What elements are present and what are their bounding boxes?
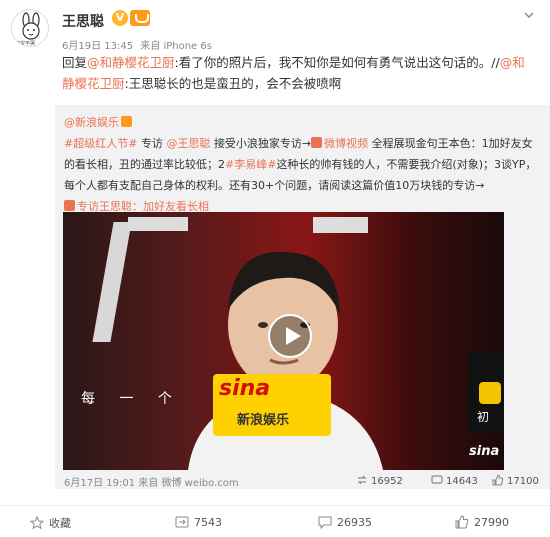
- repost-button[interactable]: 7543: [175, 515, 222, 529]
- sina-logo-subtitle: 新浪娱乐: [237, 413, 290, 428]
- sina-corner-logo: sina: [469, 444, 500, 459]
- sina-logo-text: sina: [219, 376, 271, 401]
- reply-text: :看了你的照片后，我不知你是如何有勇气说出这句话的。: [174, 55, 492, 70]
- post-meta: 6月19日 13:45 来自 iPhone 6s: [62, 37, 216, 52]
- video-link[interactable]: 微博视频: [324, 137, 368, 150]
- play-icon[interactable]: [268, 314, 312, 358]
- video-caption: 每 一 个: [81, 391, 182, 407]
- comment-icon: [431, 475, 443, 484]
- separator: //: [491, 55, 500, 70]
- side-text: 初: [477, 410, 490, 424]
- video-graphic: [128, 217, 188, 231]
- link-icon: [64, 200, 75, 211]
- topic-tag[interactable]: #超级红人节#: [64, 137, 137, 150]
- like-action-count: 27990: [474, 516, 509, 529]
- favorite-label: 收藏: [49, 517, 71, 530]
- repost-author[interactable]: @新浪娱乐: [64, 116, 119, 129]
- post-time[interactable]: 6月19日 13:45: [62, 41, 133, 52]
- repost-body: 接受小浪独家专访→: [213, 137, 312, 150]
- reply-prefix: 回复: [62, 55, 88, 70]
- thumbs-up-icon: [492, 474, 504, 486]
- member-crown-icon: [130, 10, 150, 26]
- reposted-card[interactable]: @新浪娱乐 #超级红人节# 专访 @王思聪 接受小浪独家专访→ 微博视频 全程展现…: [55, 105, 550, 489]
- app-logo-icon: [479, 382, 501, 404]
- reply-text: :王思聪长的也是蛮丑的，会不会被喷啊: [124, 76, 342, 91]
- action-bar: 收藏 7543 26935 27990: [0, 505, 550, 537]
- post-source: 来自 iPhone 6s: [140, 41, 212, 52]
- like-button[interactable]: 27990: [455, 515, 509, 529]
- repost-action-count: 7543: [194, 516, 222, 529]
- repost-text: @新浪娱乐 #超级红人节# 专访 @王思聪 接受小浪独家专访→ 微博视频 全程展现…: [64, 112, 542, 217]
- special-label: 专访: [140, 137, 163, 150]
- repost-meta: 6月17日 19:01 来自 微博 weibo.com: [64, 474, 239, 489]
- comment-count-value: 14643: [446, 476, 478, 487]
- repost-source: 来自 微博 weibo.com: [138, 478, 239, 489]
- member-crown-icon: [121, 116, 132, 127]
- repost-icon: [175, 516, 189, 528]
- thumbs-up-icon: [455, 515, 469, 529]
- comment-icon: [318, 516, 332, 530]
- mention-link[interactable]: @王思聪: [166, 137, 210, 150]
- star-icon: [29, 515, 45, 530]
- comment-action-count: 26935: [337, 516, 372, 529]
- video-player[interactable]: 每 一 个 初 sina 新浪娱乐 sina: [63, 212, 504, 470]
- video-icon: [311, 137, 323, 148]
- like-count-value: 17100: [507, 476, 539, 487]
- like-count[interactable]: 17100: [492, 474, 539, 487]
- topic-tag[interactable]: #李易峰#: [225, 158, 276, 171]
- comment-button[interactable]: 26935: [318, 515, 372, 530]
- user-name[interactable]: 王思聪: [62, 11, 104, 31]
- comment-count[interactable]: 14643: [431, 474, 478, 487]
- post-text: 回复@和静樱花卫厨:看了你的照片后，我不知你是如何有勇气说出这句话的。//@和静…: [62, 52, 532, 94]
- avatar[interactable]: 宝宝不哭: [11, 9, 49, 47]
- chevron-down-icon[interactable]: [522, 8, 536, 22]
- repost-count[interactable]: 16952: [356, 474, 403, 487]
- avatar-caption: 宝宝不哭: [15, 41, 36, 47]
- mention-link[interactable]: @和静樱花卫厨: [87, 55, 175, 70]
- post-header: 宝宝不哭 王思聪 V 6月19日 13:45 来自 iPhone 6s 回复@和…: [0, 0, 550, 100]
- repost-count-value: 16952: [371, 476, 403, 487]
- repost-icon: [357, 475, 367, 485]
- favorite-button[interactable]: 收藏: [29, 515, 71, 531]
- verified-badge: V: [112, 10, 128, 26]
- repost-time[interactable]: 6月17日 19:01: [64, 478, 135, 489]
